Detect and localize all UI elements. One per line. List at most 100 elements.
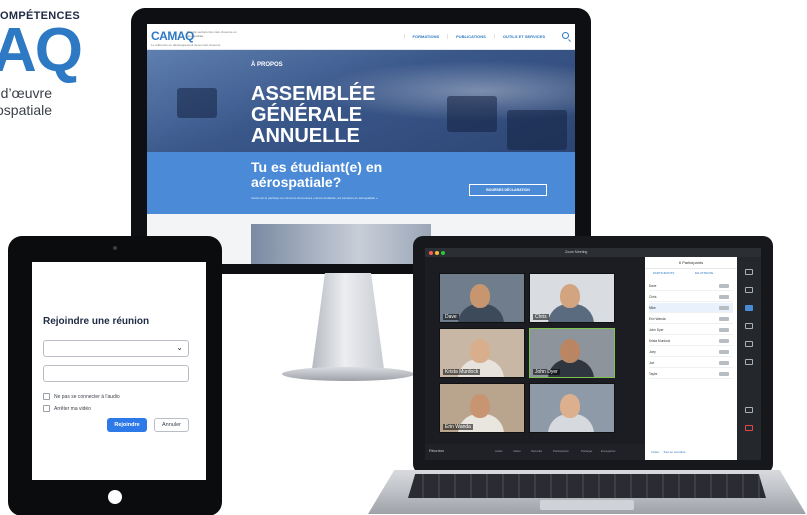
- video-gallery: Dave Chris Krista Murdock John Dyer Erin: [439, 273, 617, 441]
- mic-video-icon[interactable]: [719, 372, 729, 376]
- website-nav-links: FORMATIONS PUBLICATIONS OUTILS ET SERVIC…: [403, 34, 553, 39]
- participants-header: 6 Participants: [645, 257, 737, 269]
- panel-footer: Inviter Tout en sourdine: [651, 450, 685, 454]
- name-input[interactable]: [43, 365, 189, 382]
- no-audio-checkbox[interactable]: [43, 393, 50, 400]
- mic-video-icon[interactable]: [719, 350, 729, 354]
- mic-video-icon[interactable]: [719, 284, 729, 288]
- cancel-button[interactable]: Annuler: [154, 418, 189, 432]
- video-tile[interactable]: Dave: [439, 273, 525, 323]
- chat-icon[interactable]: [745, 323, 753, 329]
- mic-icon[interactable]: [745, 269, 753, 275]
- search-icon[interactable]: [562, 32, 569, 39]
- nav-link-formations[interactable]: FORMATIONS: [403, 34, 448, 39]
- control-share[interactable]: Partager: [581, 449, 593, 453]
- hero-title: ASSEMBLÉE GÉNÉRALE ANNUELLE: [251, 83, 376, 147]
- participant-row[interactable]: Joey: [649, 347, 733, 357]
- brand-line-2: ospatiale: [0, 102, 53, 118]
- brand-logo: OMPÉTENCES AQ -d’œuvre ospatiale: [0, 0, 110, 130]
- desktop-monitor: CAMAQ Comité sectoriel de main-d'oeuvre …: [131, 8, 591, 274]
- mic-video-icon[interactable]: [719, 328, 729, 332]
- home-button[interactable]: [108, 490, 122, 504]
- participant-row[interactable]: Erin Wanda: [649, 314, 733, 324]
- participant-face: [470, 394, 490, 418]
- participant-row-highlighted[interactable]: Mike: [649, 303, 733, 313]
- participant-face: [560, 339, 580, 363]
- participant-row[interactable]: Dave: [649, 281, 733, 291]
- meeting-id-select[interactable]: ⌄: [43, 340, 189, 357]
- tab-waiting[interactable]: EN ATTENTE: [695, 271, 713, 275]
- tab-participants[interactable]: PARTICIPANTS: [653, 271, 674, 275]
- control-participants[interactable]: Participants: [553, 449, 569, 453]
- nav-link-outils[interactable]: OUTILS ET SERVICES: [493, 34, 553, 39]
- mute-all-link[interactable]: Tout en sourdine: [663, 450, 685, 454]
- participant-row[interactable]: Taylor: [649, 369, 733, 379]
- mic-video-icon[interactable]: [719, 306, 729, 310]
- tile-name: Krista Murdock: [443, 369, 481, 375]
- brand-line-1: -d’œuvre: [0, 85, 53, 101]
- share-icon[interactable]: [745, 341, 753, 347]
- laptop-keyboard-base: [368, 470, 806, 514]
- website-screen: CAMAQ Comité sectoriel de main-d'oeuvre …: [147, 24, 575, 264]
- video-tile[interactable]: [529, 383, 615, 433]
- band-button[interactable]: BOURSES DÉCLARATION: [469, 184, 547, 196]
- control-video[interactable]: Vidéo: [513, 449, 521, 453]
- participant-name: Chris: [649, 295, 657, 299]
- website-logo-subtitle: Comité sectoriel de main-d'oeuvre en aér…: [187, 30, 237, 38]
- window-titlebar: Zoom Meeting: [425, 248, 761, 257]
- participant-row[interactable]: Chris: [649, 292, 733, 302]
- hero-photo-chair: [177, 88, 217, 118]
- camera-icon[interactable]: [745, 287, 753, 293]
- mic-video-icon[interactable]: [719, 295, 729, 299]
- participant-face: [470, 339, 490, 363]
- invite-link[interactable]: Inviter: [651, 450, 659, 454]
- video-tile[interactable]: Erin Wanda: [439, 383, 525, 433]
- meeting-toolbar: Réunion Audio Vidéo Sécurité Participant…: [425, 444, 645, 460]
- participant-row[interactable]: John Dyer: [649, 325, 733, 335]
- join-button[interactable]: Rejoindre: [107, 418, 147, 432]
- control-security[interactable]: Sécurité: [531, 449, 542, 453]
- website-navbar: CAMAQ Comité sectoriel de main-d'oeuvre …: [147, 24, 575, 50]
- minimize-dot-icon[interactable]: [435, 251, 439, 255]
- tile-name: Dave: [443, 314, 459, 320]
- tablet: Rejoindre une réunion ⌄ Ne pas se connec…: [8, 236, 222, 515]
- tile-name: Chris: [533, 314, 549, 320]
- participants-icon[interactable]: [745, 305, 753, 311]
- mic-video-icon[interactable]: [719, 317, 729, 321]
- maximize-dot-icon[interactable]: [441, 251, 445, 255]
- band-text: Inscris-toi et participe au concours de …: [251, 196, 378, 200]
- participant-face: [560, 284, 580, 308]
- leave-icon[interactable]: [745, 425, 753, 431]
- participant-row[interactable]: Joe: [649, 358, 733, 368]
- hero-photo-chair: [507, 110, 567, 150]
- control-audio[interactable]: Audio: [495, 449, 503, 453]
- monitor-stand: [282, 273, 414, 383]
- tile-name: Erin Wanda: [443, 424, 473, 430]
- hero-kicker: À PROPOS: [251, 62, 283, 68]
- participant-name: Dave: [649, 284, 657, 288]
- control-record[interactable]: Enregistrer: [601, 449, 616, 453]
- chevron-down-icon[interactable]: ⌄: [176, 343, 183, 352]
- website-tagline: Le référence en développement de la main…: [151, 43, 221, 47]
- video-tile-active-speaker[interactable]: John Dyer: [529, 328, 615, 378]
- participants-panel: 6 Participants PARTICIPANTS EN ATTENTE D…: [645, 257, 737, 460]
- participant-name: Krista Murdock: [649, 339, 671, 343]
- tile-name: John Dyer: [533, 369, 560, 375]
- laptop: Zoom Meeting Dave Chris Krista Murdock J…: [413, 236, 773, 474]
- video-tile[interactable]: Krista Murdock: [439, 328, 525, 378]
- participant-row[interactable]: Krista Murdock: [649, 336, 733, 346]
- app-name: Réunion: [429, 448, 444, 453]
- close-dot-icon[interactable]: [429, 251, 433, 255]
- mic-video-icon[interactable]: [719, 361, 729, 365]
- mic-video-icon[interactable]: [719, 339, 729, 343]
- reactions-icon[interactable]: [745, 407, 753, 413]
- monitor-base: [282, 367, 414, 381]
- monitor-neck: [312, 273, 384, 369]
- record-icon[interactable]: [745, 359, 753, 365]
- participant-name: Joe: [649, 361, 655, 365]
- participant-name: Mike: [649, 306, 656, 310]
- video-tile[interactable]: Chris: [529, 273, 615, 323]
- nav-link-publications[interactable]: PUBLICATIONS: [447, 34, 494, 39]
- video-call-screen: Zoom Meeting Dave Chris Krista Murdock J…: [425, 248, 761, 460]
- stop-video-checkbox[interactable]: [43, 405, 50, 412]
